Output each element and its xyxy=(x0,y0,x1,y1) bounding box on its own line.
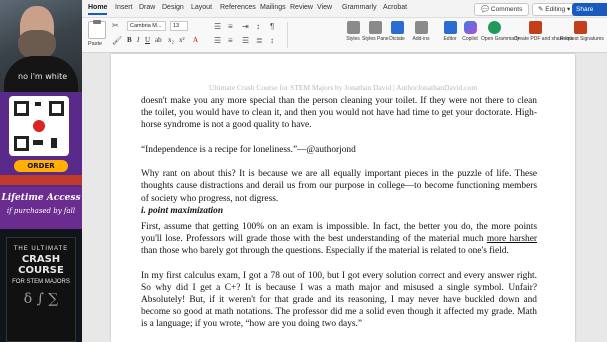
promo-subtitle: if purchased by fall xyxy=(6,207,76,215)
indent-icon[interactable]: ⇥ xyxy=(242,22,249,31)
share-button[interactable]: Share xyxy=(572,3,607,16)
dictate-label: Dictate xyxy=(389,36,405,42)
align-right-icon[interactable]: ☰ xyxy=(242,36,249,45)
quote-line: “Independence is a recipe for loneliness… xyxy=(141,144,356,155)
add-ins-icon xyxy=(414,21,428,34)
comments-label: Comments xyxy=(490,6,523,13)
numbering-icon[interactable]: ≡ xyxy=(228,22,233,31)
paragraph-4: In my first calculus exam, I got a 78 ou… xyxy=(141,270,537,329)
ribbon-tabs: Home Insert Draw Design Layout Reference… xyxy=(82,0,607,18)
underlined-phrase: more harsher xyxy=(486,233,537,244)
home-ribbon: Paste ✂ 🖌 Cambria M... 13 B I U ab x₂ x²… xyxy=(82,18,607,53)
qr-code-icon xyxy=(9,96,69,156)
font-color-button[interactable]: A xyxy=(193,36,198,44)
microphone-icon xyxy=(390,21,404,34)
order-banner xyxy=(0,175,82,185)
page-header: Ultimate Crash Course for STEM Majors by… xyxy=(208,83,478,92)
order-button[interactable]: ORDER xyxy=(14,160,68,172)
tab-mailings[interactable]: Mailings xyxy=(260,4,286,11)
tab-acrobat[interactable]: Acrobat xyxy=(383,4,407,11)
align-center-icon[interactable]: ≡ xyxy=(228,36,233,45)
paragraph-marks-icon[interactable]: ¶ xyxy=(270,22,274,31)
copilot-label: Copilot xyxy=(462,36,478,42)
copilot-button[interactable]: Copilot xyxy=(457,21,483,42)
paragraph-1: doesn't make you any more special than t… xyxy=(141,96,537,131)
tab-review[interactable]: Review xyxy=(290,4,313,11)
bullets-icon[interactable]: ☰ xyxy=(214,22,221,31)
paragraph-3: First, assume that getting 100% on an ex… xyxy=(141,221,537,257)
editing-label: Editing xyxy=(545,6,566,13)
book-subtitle: FOR STEM MAJORS xyxy=(12,279,70,285)
section-heading: i. point maximization xyxy=(141,205,224,216)
paragraph-3-start: First, assume that getting 100% on an ex… xyxy=(141,221,537,244)
align-left-icon[interactable]: ☰ xyxy=(214,36,221,45)
paragraph-2: Why rant on about this? It is because we… xyxy=(141,169,537,204)
strikethrough-button[interactable]: ab xyxy=(155,36,162,44)
paragraph-3-end: than those who barely got through the qu… xyxy=(141,245,509,256)
line-spacing-icon[interactable]: ↕ xyxy=(270,36,274,45)
paste-icon[interactable] xyxy=(88,20,106,39)
grammarly-icon xyxy=(487,21,501,34)
promo-banner: Lifetime Access if purchased by fall xyxy=(0,187,82,229)
request-signatures-label: Request Signatures xyxy=(560,36,604,42)
tab-layout[interactable]: Layout xyxy=(191,4,212,11)
ribbon-separator xyxy=(287,22,288,48)
sort-icon[interactable]: ↕ xyxy=(256,22,260,31)
book-cover: THE ULTIMATE CRASH COURSE FOR STEM MAJOR… xyxy=(0,229,82,342)
subscript-button[interactable]: x₂ xyxy=(168,36,174,44)
stream-sidebar: no i'm white ORDER Lifetime Access if pu… xyxy=(0,0,82,342)
bold-button[interactable]: B xyxy=(127,36,132,44)
comments-button[interactable]: 💬 Comments xyxy=(474,3,530,16)
document-page[interactable]: Ultimate Crash Course for STEM Majors by… xyxy=(111,54,575,342)
add-ins-label: Add-ins xyxy=(412,36,430,42)
styles-pane-icon xyxy=(368,21,382,34)
book-cover-art: THE ULTIMATE CRASH COURSE FOR STEM MAJOR… xyxy=(6,237,76,342)
tab-home[interactable]: Home xyxy=(88,4,108,15)
book-title: CRASH COURSE xyxy=(18,254,64,276)
add-ins-button[interactable]: Add-ins xyxy=(408,21,434,42)
copilot-icon xyxy=(463,21,477,34)
create-pdf-button[interactable]: Create PDF and share link xyxy=(514,21,573,42)
tab-references[interactable]: References xyxy=(220,4,256,11)
document-body[interactable]: doesn't make you any more special than t… xyxy=(141,95,537,330)
qr-order-card[interactable]: ORDER xyxy=(0,92,82,187)
tab-design[interactable]: Design xyxy=(162,4,184,11)
font-name-select[interactable]: Cambria M... xyxy=(127,21,166,31)
promo-title: Lifetime Access xyxy=(1,193,81,203)
styles-icon xyxy=(346,21,360,34)
editing-mode-button[interactable]: ✎ Editing ▾ xyxy=(532,3,577,16)
dictate-button[interactable]: Dictate xyxy=(384,21,410,42)
tab-draw[interactable]: Draw xyxy=(139,4,155,11)
justify-icon[interactable]: ≣ xyxy=(256,36,263,45)
document-canvas: Ultimate Crash Course for STEM Majors by… xyxy=(82,54,607,342)
open-grammarly-label: Open Grammarly xyxy=(481,36,520,42)
italic-button[interactable]: I xyxy=(137,36,139,44)
screen: no i'm white ORDER Lifetime Access if pu… xyxy=(0,0,607,342)
editor-icon xyxy=(443,21,457,34)
word-window: Home Insert Draw Design Layout Reference… xyxy=(82,0,607,342)
request-signatures-button[interactable]: Request Signatures xyxy=(560,21,604,42)
paste-label: Paste xyxy=(88,41,103,47)
tab-grammarly[interactable]: Grammarly xyxy=(342,4,377,11)
math-symbols-icon: δ ∫ ∑ xyxy=(23,291,59,307)
tab-insert[interactable]: Insert xyxy=(115,4,133,11)
shirt-text: no i'm white xyxy=(18,72,68,81)
tab-view[interactable]: View xyxy=(317,4,332,11)
open-grammarly-button[interactable]: Open Grammarly xyxy=(481,21,520,42)
book-top-text: THE ULTIMATE xyxy=(13,246,69,252)
font-size-select[interactable]: 13 xyxy=(170,21,188,31)
signature-icon xyxy=(573,21,587,34)
create-pdf-label: Create PDF and share link xyxy=(514,36,573,42)
superscript-button[interactable]: x² xyxy=(179,36,185,44)
webcam-feed: no i'm white xyxy=(0,0,82,92)
pdf-icon xyxy=(528,21,542,34)
cut-icon[interactable]: ✂ xyxy=(112,21,119,30)
underline-button[interactable]: U xyxy=(145,36,150,44)
format-painter-icon[interactable]: 🖌 xyxy=(112,36,122,45)
